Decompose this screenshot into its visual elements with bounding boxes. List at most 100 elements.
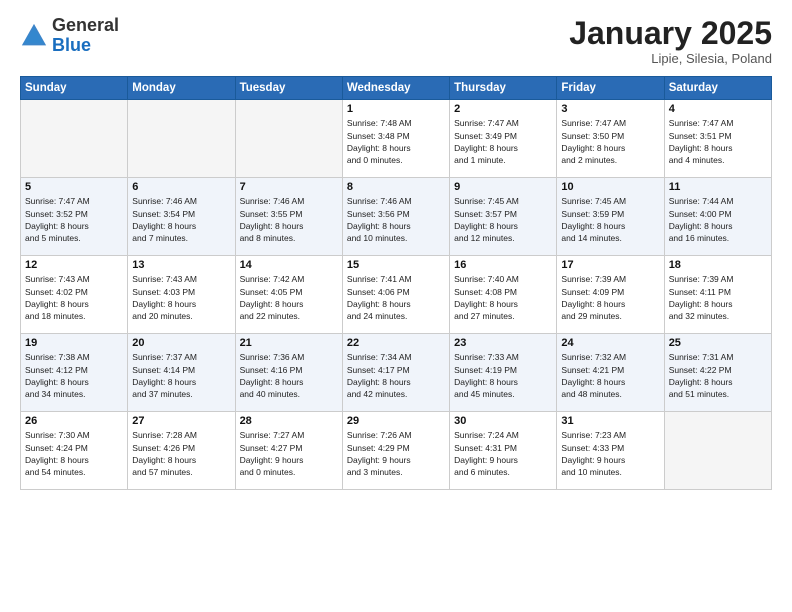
table-row: 13Sunrise: 7:43 AM Sunset: 4:03 PM Dayli… xyxy=(128,256,235,334)
day-number: 19 xyxy=(25,337,123,349)
day-number: 10 xyxy=(561,181,659,193)
day-info: Sunrise: 7:30 AM Sunset: 4:24 PM Dayligh… xyxy=(25,429,123,478)
page: General Blue January 2025 Lipie, Silesia… xyxy=(0,0,792,612)
table-row xyxy=(664,412,771,490)
table-row: 29 Sunrise: 7:26 AM Sunset: 4:29 PM Dayli… xyxy=(342,412,449,490)
day-number: 27 xyxy=(132,415,230,427)
day-number: 23 xyxy=(454,337,552,349)
table-row: 19 Sunrise: 7:38 AM Sunset: 4:12 PM Dayli… xyxy=(21,334,128,412)
day-number: 24 xyxy=(561,337,659,349)
table-row: 22 Sunrise: 7:34 AM Sunset: 4:17 PM Dayli… xyxy=(342,334,449,412)
day-number: 20 xyxy=(132,337,230,349)
day-header-sunday: Sunday xyxy=(21,77,128,100)
day-info: Sunrise: 7:33 AM Sunset: 4:19 PM Dayligh… xyxy=(454,351,552,400)
day-number: 4 xyxy=(669,103,767,115)
table-row: 7 Sunrise: 7:46 AM Sunset: 3:55 PM Daylig… xyxy=(235,178,342,256)
day-info: Sunrise: 7:39 AM Sunset: 4:11 PM Dayligh… xyxy=(669,273,767,322)
day-info: Sunrise: 7:42 AM Sunset: 4:05 PM Dayligh… xyxy=(240,273,338,322)
day-number: 17 xyxy=(561,259,659,271)
day-number: 7 xyxy=(240,181,338,193)
table-row: 27 Sunrise: 7:28 AM Sunset: 4:26 PM Dayli… xyxy=(128,412,235,490)
table-row: 3Sunrise: 7:47 AM Sunset: 3:50 PM Daylig… xyxy=(557,100,664,178)
day-info: Sunrise: 7:46 AM Sunset: 3:56 PM Dayligh… xyxy=(347,195,445,244)
day-number: 29 xyxy=(347,415,445,427)
location: Lipie, Silesia, Poland xyxy=(569,51,772,66)
day-number: 22 xyxy=(347,337,445,349)
logo: General Blue xyxy=(20,16,119,56)
logo-text: General Blue xyxy=(52,16,119,56)
day-header-monday: Monday xyxy=(128,77,235,100)
day-info: Sunrise: 7:27 AM Sunset: 4:27 PM Dayligh… xyxy=(240,429,338,478)
days-header-row: SundayMondayTuesdayWednesdayThursdayFrid… xyxy=(21,77,772,100)
calendar: SundayMondayTuesdayWednesdayThursdayFrid… xyxy=(20,76,772,490)
day-number: 31 xyxy=(561,415,659,427)
table-row: 15 Sunrise: 7:41 AM Sunset: 4:06 PM Dayli… xyxy=(342,256,449,334)
table-row: 24 Sunrise: 7:32 AM Sunset: 4:21 PM Dayli… xyxy=(557,334,664,412)
day-info: Sunrise: 7:39 AM Sunset: 4:09 PM Dayligh… xyxy=(561,273,659,322)
calendar-week-row: 12 Sunrise: 7:43 AM Sunset: 4:02 PM Dayli… xyxy=(21,256,772,334)
day-info: Sunrise: 7:45 AM Sunset: 3:59 PM Dayligh… xyxy=(561,195,659,244)
logo-blue: Blue xyxy=(52,35,91,55)
calendar-week-row: 5 Sunrise: 7:47 AM Sunset: 3:52 PM Daylig… xyxy=(21,178,772,256)
table-row: 11Sunrise: 7:44 AM Sunset: 4:00 PM Dayli… xyxy=(664,178,771,256)
day-info: Sunrise: 7:36 AM Sunset: 4:16 PM Dayligh… xyxy=(240,351,338,400)
header: General Blue January 2025 Lipie, Silesia… xyxy=(20,16,772,66)
table-row: 31 Sunrise: 7:23 AM Sunset: 4:33 PM Dayli… xyxy=(557,412,664,490)
table-row: 8 Sunrise: 7:46 AM Sunset: 3:56 PM Daylig… xyxy=(342,178,449,256)
calendar-week-row: 19 Sunrise: 7:38 AM Sunset: 4:12 PM Dayli… xyxy=(21,334,772,412)
day-info: Sunrise: 7:32 AM Sunset: 4:21 PM Dayligh… xyxy=(561,351,659,400)
day-info: Sunrise: 7:43 AM Sunset: 4:02 PM Dayligh… xyxy=(25,273,123,322)
table-row: 5 Sunrise: 7:47 AM Sunset: 3:52 PM Daylig… xyxy=(21,178,128,256)
table-row: 6Sunrise: 7:46 AM Sunset: 3:54 PM Daylig… xyxy=(128,178,235,256)
table-row: 20 Sunrise: 7:37 AM Sunset: 4:14 PM Dayli… xyxy=(128,334,235,412)
day-info: Sunrise: 7:37 AM Sunset: 4:14 PM Dayligh… xyxy=(132,351,230,400)
day-header-wednesday: Wednesday xyxy=(342,77,449,100)
day-info: Sunrise: 7:47 AM Sunset: 3:52 PM Dayligh… xyxy=(25,195,123,244)
day-info: Sunrise: 7:47 AM Sunset: 3:50 PM Dayligh… xyxy=(561,117,659,166)
table-row xyxy=(21,100,128,178)
table-row: 2 Sunrise: 7:47 AM Sunset: 3:49 PM Daylig… xyxy=(450,100,557,178)
day-info: Sunrise: 7:23 AM Sunset: 4:33 PM Dayligh… xyxy=(561,429,659,478)
day-header-tuesday: Tuesday xyxy=(235,77,342,100)
day-number: 15 xyxy=(347,259,445,271)
day-info: Sunrise: 7:28 AM Sunset: 4:26 PM Dayligh… xyxy=(132,429,230,478)
table-row: 4Sunrise: 7:47 AM Sunset: 3:51 PM Daylig… xyxy=(664,100,771,178)
day-number: 6 xyxy=(132,181,230,193)
day-number: 12 xyxy=(25,259,123,271)
day-header-saturday: Saturday xyxy=(664,77,771,100)
day-number: 8 xyxy=(347,181,445,193)
day-number: 21 xyxy=(240,337,338,349)
table-row: 1Sunrise: 7:48 AM Sunset: 3:48 PM Daylig… xyxy=(342,100,449,178)
table-row xyxy=(128,100,235,178)
day-number: 2 xyxy=(454,103,552,115)
table-row: 30Sunrise: 7:24 AM Sunset: 4:31 PM Dayli… xyxy=(450,412,557,490)
title-area: January 2025 Lipie, Silesia, Poland xyxy=(569,16,772,66)
table-row: 12 Sunrise: 7:43 AM Sunset: 4:02 PM Dayli… xyxy=(21,256,128,334)
table-row: 9Sunrise: 7:45 AM Sunset: 3:57 PM Daylig… xyxy=(450,178,557,256)
day-info: Sunrise: 7:38 AM Sunset: 4:12 PM Dayligh… xyxy=(25,351,123,400)
day-number: 28 xyxy=(240,415,338,427)
day-number: 13 xyxy=(132,259,230,271)
day-info: Sunrise: 7:45 AM Sunset: 3:57 PM Dayligh… xyxy=(454,195,552,244)
day-info: Sunrise: 7:46 AM Sunset: 3:55 PM Dayligh… xyxy=(240,195,338,244)
day-header-thursday: Thursday xyxy=(450,77,557,100)
day-number: 14 xyxy=(240,259,338,271)
logo-general: General xyxy=(52,15,119,35)
day-info: Sunrise: 7:24 AM Sunset: 4:31 PM Dayligh… xyxy=(454,429,552,478)
table-row: 26Sunrise: 7:30 AM Sunset: 4:24 PM Dayli… xyxy=(21,412,128,490)
table-row: 23 Sunrise: 7:33 AM Sunset: 4:19 PM Dayli… xyxy=(450,334,557,412)
day-info: Sunrise: 7:48 AM Sunset: 3:48 PM Dayligh… xyxy=(347,117,445,166)
day-info: Sunrise: 7:41 AM Sunset: 4:06 PM Dayligh… xyxy=(347,273,445,322)
table-row: 28 Sunrise: 7:27 AM Sunset: 4:27 PM Dayli… xyxy=(235,412,342,490)
table-row: 10 Sunrise: 7:45 AM Sunset: 3:59 PM Dayli… xyxy=(557,178,664,256)
table-row: 21 Sunrise: 7:36 AM Sunset: 4:16 PM Dayli… xyxy=(235,334,342,412)
day-info: Sunrise: 7:47 AM Sunset: 3:49 PM Dayligh… xyxy=(454,117,552,166)
day-info: Sunrise: 7:31 AM Sunset: 4:22 PM Dayligh… xyxy=(669,351,767,400)
table-row: 16Sunrise: 7:40 AM Sunset: 4:08 PM Dayli… xyxy=(450,256,557,334)
day-info: Sunrise: 7:34 AM Sunset: 4:17 PM Dayligh… xyxy=(347,351,445,400)
day-info: Sunrise: 7:44 AM Sunset: 4:00 PM Dayligh… xyxy=(669,195,767,244)
day-number: 5 xyxy=(25,181,123,193)
day-info: Sunrise: 7:26 AM Sunset: 4:29 PM Dayligh… xyxy=(347,429,445,478)
table-row: 14 Sunrise: 7:42 AM Sunset: 4:05 PM Dayli… xyxy=(235,256,342,334)
day-number: 18 xyxy=(669,259,767,271)
